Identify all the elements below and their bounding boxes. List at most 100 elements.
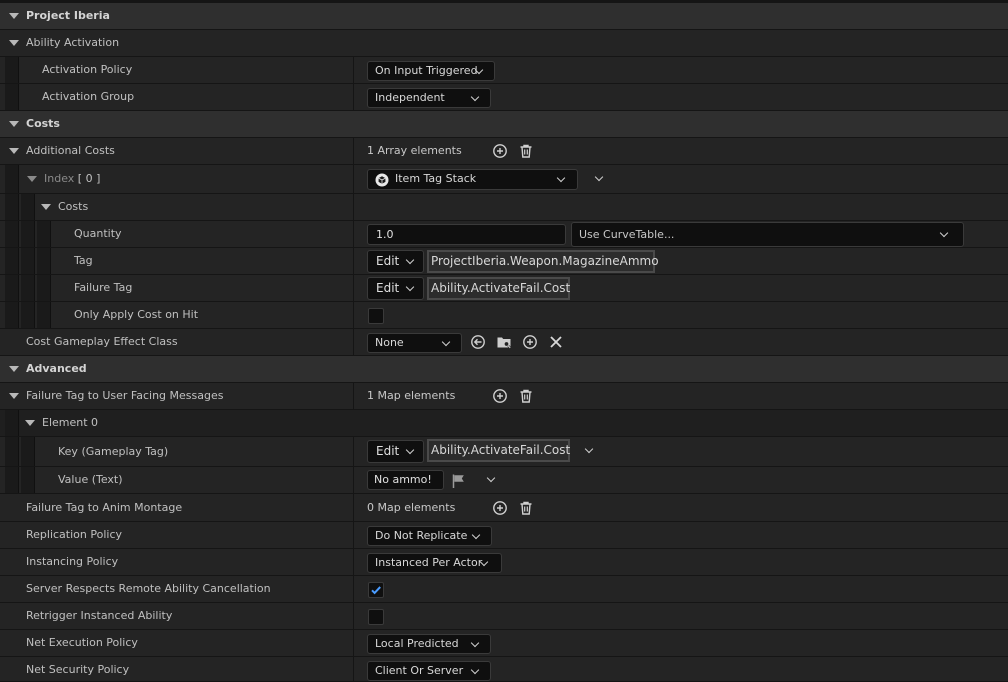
effect-class-dropdown[interactable]: None xyxy=(367,333,462,353)
group-label: Costs xyxy=(58,200,89,213)
failure-tag-edit-button[interactable]: Edit xyxy=(367,277,424,300)
prop-label: Net Execution Policy xyxy=(26,636,138,649)
flag-icon[interactable] xyxy=(451,473,467,489)
trash-icon[interactable] xyxy=(518,143,534,159)
expand-arrow-icon[interactable] xyxy=(9,13,19,19)
prop-label: Failure Tag to Anim Montage xyxy=(26,501,183,514)
category-costs[interactable]: Costs xyxy=(0,111,1008,138)
chevron-down-icon xyxy=(939,228,949,238)
server-cancel-checkbox[interactable] xyxy=(368,582,384,598)
key-tag-value[interactable]: Ability.ActivateFail.Cost xyxy=(427,439,570,462)
prop-server-respects-cancellation: Server Respects Remote Ability Cancellat… xyxy=(0,576,1008,603)
chevron-down-icon xyxy=(556,173,566,183)
group-element-0[interactable]: Element 0 xyxy=(0,410,1008,437)
prop-label: Activation Policy xyxy=(42,63,133,76)
cost-type-dropdown[interactable]: Item Tag Stack xyxy=(367,169,578,190)
expand-arrow-icon[interactable] xyxy=(9,40,19,46)
trash-icon[interactable] xyxy=(518,388,534,404)
checkmark-icon xyxy=(371,586,381,595)
expand-arrow-icon[interactable] xyxy=(9,366,19,372)
prop-index-0: Index [ 0 ] Item Tag Stack xyxy=(0,165,1008,194)
prop-replication-policy: Replication Policy Do Not Replicate xyxy=(0,522,1008,549)
group-ability-activation[interactable]: Ability Activation xyxy=(0,30,1008,57)
group-inner-costs[interactable]: Costs xyxy=(0,194,1008,221)
trash-icon[interactable] xyxy=(518,500,534,516)
prop-key-gameplay-tag: Key (Gameplay Tag) Edit Ability.Activate… xyxy=(0,437,1008,467)
category-advanced[interactable]: Advanced xyxy=(0,356,1008,383)
chevron-down-icon xyxy=(405,445,415,455)
quantity-input[interactable]: 1.0 xyxy=(367,224,566,245)
prop-label: Retrigger Instanced Ability xyxy=(26,609,173,622)
expand-arrow-icon[interactable] xyxy=(9,393,19,399)
prop-tag: Tag Edit ProjectIberia.Weapon.MagazineAm… xyxy=(0,248,1008,275)
chevron-down-icon xyxy=(405,282,415,292)
prop-quantity: Quantity 1.0 Use CurveTable... xyxy=(0,221,1008,248)
use-selected-icon[interactable] xyxy=(470,334,486,350)
net-execution-dropdown[interactable]: Local Predicted xyxy=(367,634,491,654)
clear-icon[interactable] xyxy=(548,334,564,350)
browse-folder-icon[interactable] xyxy=(496,334,512,350)
net-security-dropdown[interactable]: Client Or Server xyxy=(367,661,491,681)
prop-label: Cost Gameplay Effect Class xyxy=(26,335,178,348)
expand-arrow-icon[interactable] xyxy=(25,420,35,426)
chevron-down-icon xyxy=(405,255,415,265)
prop-label: Net Security Policy xyxy=(26,663,130,676)
prop-value-text: Value (Text) No ammo! xyxy=(0,467,1008,494)
chevron-down-icon xyxy=(470,638,480,648)
tag-value[interactable]: ProjectIberia.Weapon.MagazineAmmo xyxy=(427,250,659,273)
prop-label: Failure Tag xyxy=(74,281,133,294)
add-element-icon[interactable] xyxy=(492,500,508,516)
prop-label: Activation Group xyxy=(42,90,135,103)
category-project-iberia[interactable]: Project Iberia xyxy=(0,3,1008,30)
instancing-policy-dropdown[interactable]: Instanced Per Actor xyxy=(367,553,502,573)
category-label: Advanced xyxy=(26,362,87,375)
key-edit-button[interactable]: Edit xyxy=(367,440,424,463)
dropdown-value: Independent xyxy=(375,91,445,104)
expand-arrow-icon[interactable] xyxy=(41,204,51,210)
chevron-down-icon xyxy=(470,92,480,102)
add-element-icon[interactable] xyxy=(492,388,508,404)
chevron-down-icon[interactable] xyxy=(594,172,604,182)
prop-label: Server Respects Remote Ability Cancellat… xyxy=(26,582,271,595)
retrigger-checkbox[interactable] xyxy=(368,609,384,625)
prop-instancing-policy: Instancing Policy Instanced Per Actor xyxy=(0,549,1008,576)
prop-anim-montage: Failure Tag to Anim Montage 0 Map elemen… xyxy=(0,494,1008,522)
prop-activation-group: Activation Group Independent xyxy=(0,84,1008,111)
chevron-down-icon xyxy=(441,337,451,347)
chevron-down-icon[interactable] xyxy=(584,444,594,454)
prop-label: Only Apply Cost on Hit xyxy=(74,308,199,321)
category-label: Costs xyxy=(26,117,60,130)
activation-group-dropdown[interactable]: Independent xyxy=(367,88,491,108)
map-count: 0 Map elements xyxy=(367,501,456,514)
dropdown-value: Local Predicted xyxy=(375,637,459,650)
prop-additional-costs: Additional Costs 1 Array elements xyxy=(0,138,1008,165)
replication-policy-dropdown[interactable]: Do Not Replicate xyxy=(367,526,492,546)
prop-failure-messages: Failure Tag to User Facing Messages 1 Ma… xyxy=(0,383,1008,410)
add-element-icon[interactable] xyxy=(492,143,508,159)
tag-edit-button[interactable]: Edit xyxy=(367,250,424,273)
prop-label: Key (Gameplay Tag) xyxy=(58,445,169,458)
activation-policy-dropdown[interactable]: On Input Triggered xyxy=(367,61,495,81)
prop-net-security-policy: Net Security Policy Client Or Server xyxy=(0,657,1008,682)
chevron-down-icon[interactable] xyxy=(486,473,496,483)
dropdown-value: None xyxy=(375,336,404,349)
prop-label: Quantity xyxy=(74,227,122,240)
expand-arrow-icon[interactable] xyxy=(9,148,19,154)
prop-retrigger-instanced: Retrigger Instanced Ability xyxy=(0,603,1008,630)
dropdown-value: On Input Triggered xyxy=(375,64,478,77)
chevron-down-icon xyxy=(470,665,480,675)
expand-arrow-icon[interactable] xyxy=(27,176,37,182)
curve-table-dropdown[interactable]: Use CurveTable... xyxy=(571,222,964,247)
prop-activation-policy: Activation Policy On Input Triggered xyxy=(0,57,1008,84)
prop-label: Failure Tag to User Facing Messages xyxy=(26,389,224,402)
group-label: Ability Activation xyxy=(26,36,120,49)
only-apply-checkbox[interactable] xyxy=(368,308,384,324)
prop-label: Replication Policy xyxy=(26,528,123,541)
failure-tag-value[interactable]: Ability.ActivateFail.Cost xyxy=(427,277,570,300)
value-text-input[interactable]: No ammo! xyxy=(367,470,444,490)
prop-only-apply-cost-on-hit: Only Apply Cost on Hit xyxy=(0,302,1008,329)
button-label: Edit xyxy=(376,281,400,295)
add-icon[interactable] xyxy=(522,334,538,350)
expand-arrow-icon[interactable] xyxy=(9,121,19,127)
group-label: Element 0 xyxy=(42,416,99,429)
